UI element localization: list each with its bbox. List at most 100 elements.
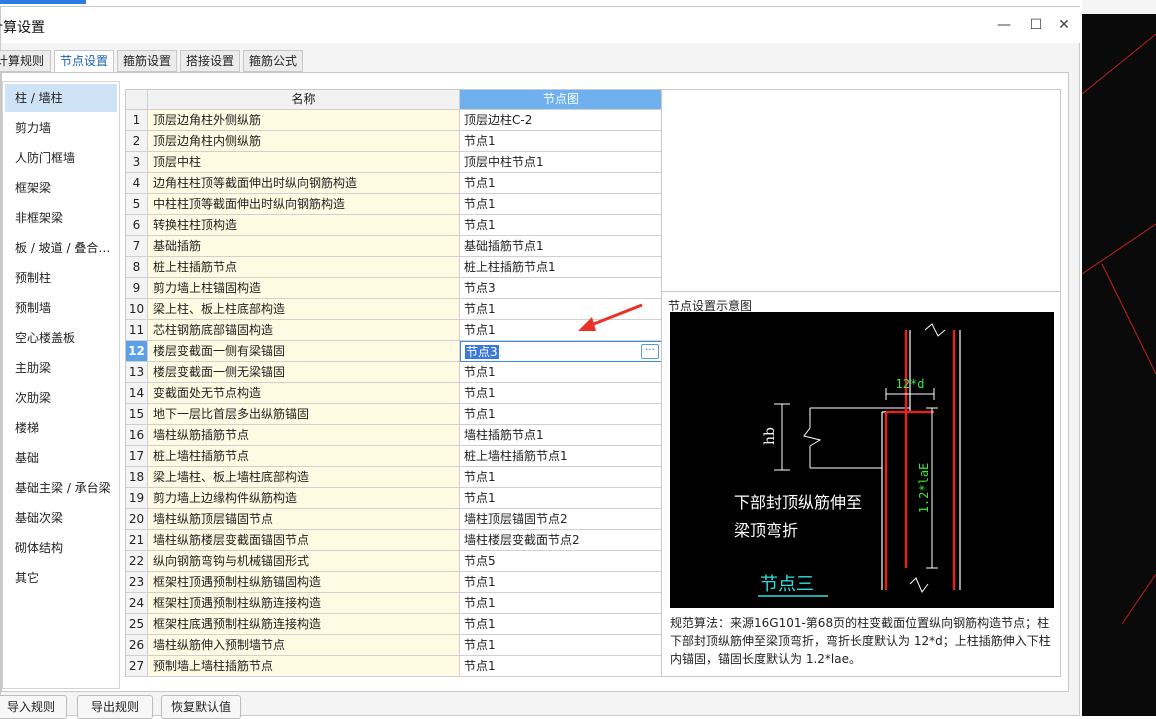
- row-name-cell[interactable]: 梁上墙柱、板上墙柱底部构造: [148, 467, 460, 488]
- table-row[interactable]: 6 转换柱柱顶构造 节点1: [126, 215, 662, 236]
- row-name-cell[interactable]: 剪力墙上边缘构件纵筋构造: [148, 488, 460, 509]
- row-name-cell[interactable]: 剪力墙上柱锚固构造: [148, 278, 460, 299]
- row-node-cell[interactable]: 桩上墙柱插筋节点1: [460, 446, 662, 467]
- maximize-icon[interactable]: ☐: [1027, 16, 1045, 34]
- table-row[interactable]: 16 墙柱纵筋插筋节点 墙柱插筋节点1: [126, 425, 662, 446]
- row-name-cell[interactable]: 顶层中柱: [148, 152, 460, 173]
- row-name-cell[interactable]: 楼层变截面一侧无梁锚固: [148, 362, 460, 383]
- sidebar-item-main-rib-beam[interactable]: 主肋梁: [3, 354, 119, 382]
- row-name-cell[interactable]: 墙柱纵筋楼层变截面锚固节点: [148, 530, 460, 551]
- row-number[interactable]: 19: [126, 488, 148, 509]
- table-row[interactable]: 13 楼层变截面一侧无梁锚固 节点1: [126, 362, 662, 383]
- table-row[interactable]: 18 梁上墙柱、板上墙柱底部构造 节点1: [126, 467, 662, 488]
- row-name-cell[interactable]: 地下一层比首层多出纵筋锚固: [148, 404, 460, 425]
- node-value-selected-text[interactable]: 节点3: [465, 345, 499, 359]
- table-row[interactable]: 4 边角柱柱顶等截面伸出时纵向钢筋构造 节点1: [126, 173, 662, 194]
- table-row[interactable]: 19 剪力墙上边缘构件纵筋构造 节点1: [126, 488, 662, 509]
- row-name-cell[interactable]: 框架柱顶遇预制柱纵筋连接构造: [148, 593, 460, 614]
- row-number[interactable]: 5: [126, 194, 148, 215]
- row-name-cell[interactable]: 纵向钢筋弯钩与机械锚固形式: [148, 551, 460, 572]
- header-name[interactable]: 名称: [148, 90, 460, 110]
- row-node-cell[interactable]: 节点5: [460, 551, 662, 572]
- node-value-editor[interactable]: 节点3 ···: [460, 341, 662, 362]
- row-number[interactable]: 4: [126, 173, 148, 194]
- row-node-cell[interactable]: 节点1: [460, 488, 662, 509]
- row-number[interactable]: 23: [126, 572, 148, 593]
- row-name-cell[interactable]: 楼层变截面一侧有梁锚固: [148, 341, 460, 362]
- row-name-cell[interactable]: 边角柱柱顶等截面伸出时纵向钢筋构造: [148, 173, 460, 194]
- row-number[interactable]: 25: [126, 614, 148, 635]
- tab-lap-settings[interactable]: 搭接设置: [180, 50, 240, 72]
- table-row[interactable]: 20 墙柱纵筋顶层锚固节点 墙柱顶层锚固节点2: [126, 509, 662, 530]
- tab-node-settings[interactable]: 节点设置: [54, 50, 114, 73]
- sidebar-item-foundation-secondary-beam[interactable]: 基础次梁: [3, 504, 119, 532]
- row-name-cell[interactable]: 桩上墙柱插筋节点: [148, 446, 460, 467]
- row-number[interactable]: 20: [126, 509, 148, 530]
- tab-calc-rules[interactable]: 计算规则: [0, 50, 51, 72]
- row-number[interactable]: 3: [126, 152, 148, 173]
- row-number[interactable]: 12: [126, 341, 148, 362]
- row-node-cell[interactable]: 节点1: [460, 635, 662, 656]
- close-icon[interactable]: ✕: [1055, 16, 1073, 34]
- table-row[interactable]: 7 基础插筋 基础插筋节点1: [126, 236, 662, 257]
- row-number[interactable]: 22: [126, 551, 148, 572]
- row-node-cell[interactable]: 节点1: [460, 593, 662, 614]
- row-node-cell[interactable]: 节点1: [460, 404, 662, 425]
- table-row[interactable]: 2 顶层边角柱内侧纵筋 节点1: [126, 131, 662, 152]
- row-name-cell[interactable]: 芯柱钢筋底部锚固构造: [148, 320, 460, 341]
- table-row[interactable]: 5 中柱柱顶等截面伸出时纵向钢筋构造 节点1: [126, 194, 662, 215]
- row-node-cell[interactable]: 节点1: [460, 131, 662, 152]
- row-node-cell[interactable]: 桩上柱插筋节点1: [460, 257, 662, 278]
- table-row[interactable]: 24 框架柱顶遇预制柱纵筋连接构造 节点1: [126, 593, 662, 614]
- tab-stirrup-formula[interactable]: 箍筋公式: [243, 50, 303, 72]
- row-number[interactable]: 6: [126, 215, 148, 236]
- sidebar-item-stair[interactable]: 楼梯: [3, 414, 119, 442]
- tab-stirrup-settings[interactable]: 箍筋设置: [117, 50, 177, 72]
- row-name-cell[interactable]: 墙柱纵筋插筋节点: [148, 425, 460, 446]
- row-node-cell[interactable]: 节点1: [460, 383, 662, 404]
- row-node-cell[interactable]: 节点1: [460, 194, 662, 215]
- row-number[interactable]: 27: [126, 656, 148, 677]
- row-name-cell[interactable]: 转换柱柱顶构造: [148, 215, 460, 236]
- row-name-cell[interactable]: 变截面处无节点构造: [148, 383, 460, 404]
- row-number[interactable]: 26: [126, 635, 148, 656]
- row-node-cell[interactable]: 节点3: [460, 278, 662, 299]
- sidebar-item-precast-wall[interactable]: 预制墙: [3, 294, 119, 322]
- row-node-cell[interactable]: 节点1: [460, 656, 662, 677]
- row-number[interactable]: 1: [126, 110, 148, 131]
- table-row[interactable]: 26 墙柱纵筋伸入预制墙节点 节点1: [126, 635, 662, 656]
- sidebar-item-precast-column[interactable]: 预制柱: [3, 264, 119, 292]
- row-number[interactable]: 15: [126, 404, 148, 425]
- header-node-diagram[interactable]: 节点图: [460, 90, 662, 110]
- row-node-cell[interactable]: 节点1: [460, 173, 662, 194]
- row-node-cell[interactable]: 节点1: [460, 572, 662, 593]
- sidebar-item-foundation-main-beam[interactable]: 基础主梁 / 承台梁: [3, 474, 119, 502]
- row-node-cell[interactable]: 节点1: [460, 467, 662, 488]
- row-number[interactable]: 14: [126, 383, 148, 404]
- row-name-cell[interactable]: 框架柱底遇预制柱纵筋连接构造: [148, 614, 460, 635]
- row-name-cell[interactable]: 中柱柱顶等截面伸出时纵向钢筋构造: [148, 194, 460, 215]
- table-row[interactable]: 3 顶层中柱 顶层中柱节点1: [126, 152, 662, 173]
- row-node-cell[interactable]: 节点1: [460, 215, 662, 236]
- sidebar-item-civil-defense-door-wall[interactable]: 人防门框墙: [3, 144, 119, 172]
- table-row[interactable]: 25 框架柱底遇预制柱纵筋连接构造 节点1: [126, 614, 662, 635]
- row-number[interactable]: 21: [126, 530, 148, 551]
- sidebar-item-other[interactable]: 其它: [3, 564, 119, 592]
- row-name-cell[interactable]: 墙柱纵筋伸入预制墙节点: [148, 635, 460, 656]
- row-number[interactable]: 2: [126, 131, 148, 152]
- row-node-cell[interactable]: 顶层中柱节点1: [460, 152, 662, 173]
- row-name-cell[interactable]: 顶层边角柱内侧纵筋: [148, 131, 460, 152]
- row-number[interactable]: 8: [126, 257, 148, 278]
- row-name-cell[interactable]: 墙柱纵筋顶层锚固节点: [148, 509, 460, 530]
- row-number[interactable]: 17: [126, 446, 148, 467]
- table-row[interactable]: 23 框架柱顶遇预制柱纵筋锚固构造 节点1: [126, 572, 662, 593]
- row-node-cell[interactable]: 节点1: [460, 362, 662, 383]
- row-number[interactable]: 16: [126, 425, 148, 446]
- row-number[interactable]: 7: [126, 236, 148, 257]
- row-node-cell[interactable]: 基础插筋节点1: [460, 236, 662, 257]
- row-node-cell[interactable]: 墙柱插筋节点1: [460, 425, 662, 446]
- table-row[interactable]: 9 剪力墙上柱锚固构造 节点3: [126, 278, 662, 299]
- table-row[interactable]: 14 变截面处无节点构造 节点1: [126, 383, 662, 404]
- sidebar-item-column[interactable]: 柱 / 墙柱: [5, 84, 117, 112]
- row-number[interactable]: 9: [126, 278, 148, 299]
